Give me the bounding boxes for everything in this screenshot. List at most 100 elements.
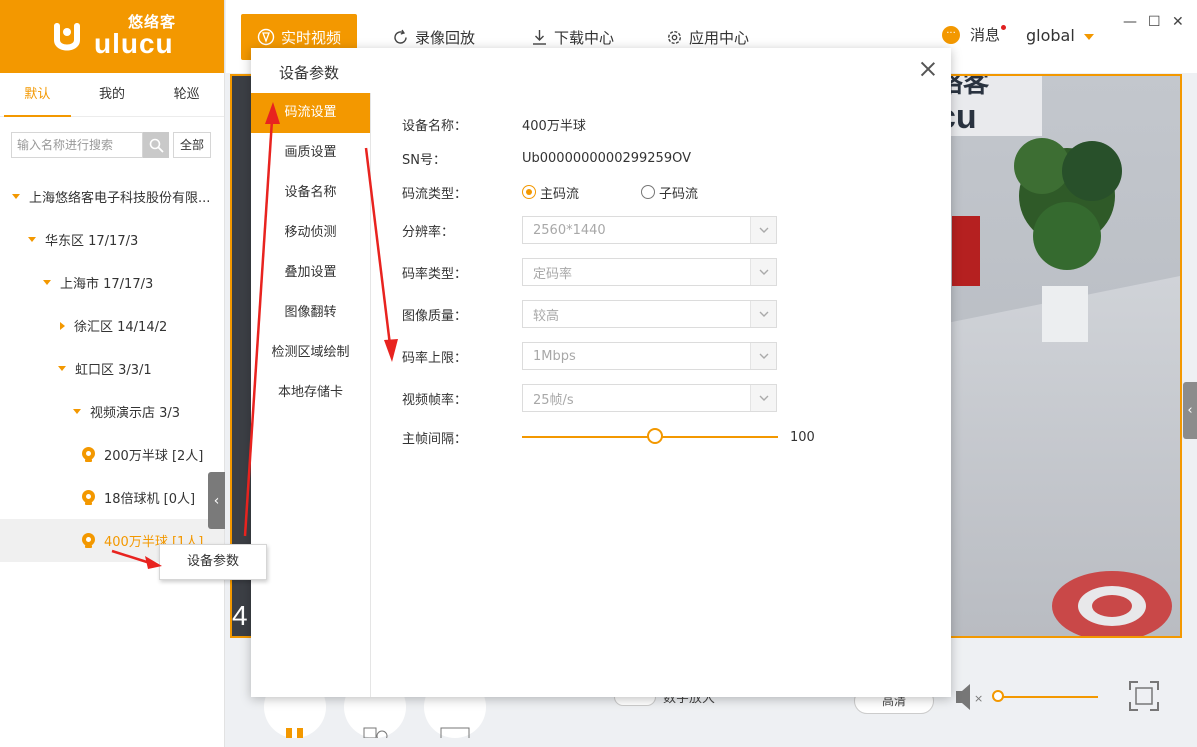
resolution-value: 2560*1440 — [533, 222, 606, 238]
mute-icon[interactable]: × — [954, 682, 986, 712]
resolution-select[interactable]: 2560*1440 — [522, 216, 777, 244]
download-icon — [533, 29, 546, 45]
search-icon — [149, 138, 164, 153]
tree-node-label: 18倍球机 [0人] — [104, 492, 196, 507]
iframe-interval-slider[interactable] — [522, 428, 778, 444]
fullscreen-icon[interactable] — [1128, 680, 1160, 712]
dialog-menu: 码流设置 画质设置 设备名称 移动侦测 叠加设置 图像翻转 检测区域绘制 本地存… — [251, 93, 371, 697]
device-name-row: 设备名称： 400万半球 — [402, 110, 586, 138]
menu-image-flip[interactable]: 图像翻转 — [251, 293, 370, 333]
resolution-row: 分辨率： 2560*1440 — [402, 216, 777, 244]
framerate-label: 视频帧率： — [402, 392, 468, 408]
iframe-interval-value: 100 — [790, 429, 815, 445]
chevron-down-icon — [750, 301, 776, 327]
sn-value: Ub0000000000299259OV — [522, 150, 691, 166]
resolution-label: 分辨率： — [402, 224, 455, 240]
tree-node-district-hongkou[interactable]: 虹口区 3/3/1 — [0, 347, 224, 390]
image-quality-value: 较高 — [533, 308, 560, 324]
bitrate-limit-select[interactable]: 1Mbps — [522, 342, 777, 370]
nav-label: 录像回放 — [415, 28, 476, 47]
maximize-button[interactable]: ☐ — [1148, 14, 1161, 30]
stream-main-radio[interactable]: 主码流 — [522, 183, 579, 202]
menu-image-quality[interactable]: 画质设置 — [251, 133, 370, 173]
bitrate-type-value: 定码率 — [533, 266, 573, 282]
expand-caret-icon — [58, 366, 66, 371]
sidebar-collapse-handle[interactable]: ‹ — [208, 472, 225, 529]
camera-icon — [82, 490, 95, 505]
menu-detection-area[interactable]: 检测区域绘制 — [251, 333, 370, 373]
tree-node-label: 视频演示店 3/3 — [90, 406, 181, 421]
bitrate-type-row: 码率类型： 定码率 — [402, 258, 777, 286]
tree-node-label: 虹口区 3/3/1 — [75, 363, 152, 378]
search-input[interactable] — [11, 132, 143, 158]
device-params-dialog: 设备参数 码流设置 画质设置 设备名称 移动侦测 叠加设置 图像翻转 检测区域绘… — [251, 48, 951, 697]
radio-checked-icon — [522, 185, 536, 199]
volume-slider[interactable] — [996, 696, 1098, 698]
minimize-button[interactable]: — — [1123, 14, 1137, 30]
tree-node-district-xuhui[interactable]: 徐汇区 14/14/2 — [0, 304, 224, 347]
sn-label: SN号： — [402, 152, 446, 168]
dialog-title: 设备参数 — [279, 64, 340, 82]
volume-thumb[interactable] — [992, 690, 1004, 702]
tree-node-region[interactable]: 华东区 17/17/3 — [0, 218, 224, 261]
tab-default[interactable]: 默认 — [0, 73, 75, 117]
user-menu[interactable]: global — [1026, 26, 1075, 45]
video-overlay-text: 4 — [232, 600, 248, 631]
bitrate-limit-row: 码率上限： 1Mbps — [402, 342, 777, 370]
framerate-select[interactable]: 25帧/s — [522, 384, 777, 412]
svg-text:×: × — [974, 692, 983, 705]
stream-type-row: 码流类型： 主码流 子码流 — [402, 178, 760, 206]
tab-patrol[interactable]: 轮巡 — [149, 73, 224, 116]
expand-caret-icon — [43, 280, 51, 285]
nav-label: 下载中心 — [554, 28, 615, 47]
chevron-down-icon — [750, 343, 776, 369]
tree-node-store[interactable]: 视频演示店 3/3 — [0, 390, 224, 433]
nav-label: 应用中心 — [689, 28, 750, 47]
menu-local-storage[interactable]: 本地存储卡 — [251, 373, 370, 413]
chevron-down-icon — [750, 259, 776, 285]
menu-overlay-settings[interactable]: 叠加设置 — [251, 253, 370, 293]
caret-down-icon[interactable] — [1084, 34, 1094, 40]
chevron-left-icon: ‹ — [1187, 403, 1193, 418]
realtime-video-icon — [257, 28, 275, 46]
gear-icon — [667, 30, 682, 44]
image-quality-label: 图像质量： — [402, 308, 468, 324]
iframe-interval-row: 主帧间隔： 100 — [402, 423, 815, 451]
menu-motion-detection[interactable]: 移动侦测 — [251, 213, 370, 253]
right-panel-handle[interactable]: ‹ — [1183, 382, 1197, 439]
tree-node-camera-18x[interactable]: 18倍球机 [0人] — [0, 476, 224, 519]
context-menu-device-params[interactable]: 设备参数 — [159, 544, 267, 580]
tree-node-label: 上海悠络客电子科技股份有限... — [29, 191, 211, 206]
search-button[interactable] — [143, 132, 169, 158]
image-quality-select[interactable]: 较高 — [522, 300, 777, 328]
menu-stream-settings[interactable]: 码流设置 — [251, 93, 370, 133]
expand-caret-icon — [28, 237, 36, 242]
tree-node-label: 徐汇区 14/14/2 — [74, 320, 168, 335]
tab-mine[interactable]: 我的 — [75, 73, 150, 116]
device-name-value: 400万半球 — [522, 118, 586, 134]
tree-node-label: 200万半球 [2人] — [104, 449, 204, 464]
tree-node-city[interactable]: 上海市 17/17/3 — [0, 261, 224, 304]
bitrate-limit-value: 1Mbps — [533, 348, 576, 364]
message-icon: ··· — [942, 25, 960, 44]
camera-icon — [82, 533, 95, 548]
sn-row: SN号： Ub0000000000299259OV — [402, 144, 691, 172]
bitrate-limit-label: 码率上限： — [402, 350, 468, 366]
messages-button[interactable]: ··· 消息 — [942, 24, 1006, 45]
tree-node-camera-200w[interactable]: 200万半球 [2人] — [0, 433, 224, 476]
stream-sub-radio[interactable]: 子码流 — [641, 183, 698, 202]
camera-icon — [82, 447, 95, 462]
close-window-button[interactable]: ✕ — [1172, 14, 1184, 30]
menu-device-name[interactable]: 设备名称 — [251, 173, 370, 213]
tree-node-company[interactable]: 上海悠络客电子科技股份有限... — [0, 175, 224, 218]
chevron-left-icon: ‹ — [213, 492, 220, 509]
dialog-close-icon[interactable] — [919, 60, 937, 78]
all-filter-button[interactable]: 全部 — [173, 132, 212, 158]
replay-icon — [394, 29, 407, 44]
stream-sub-label: 子码流 — [659, 186, 699, 202]
slider-thumb[interactable] — [647, 428, 664, 444]
framerate-value: 25帧/s — [533, 392, 574, 408]
framerate-row: 视频帧率： 25帧/s — [402, 384, 777, 412]
bitrate-type-select[interactable]: 定码率 — [522, 258, 777, 286]
collapsed-caret-icon — [60, 321, 65, 330]
